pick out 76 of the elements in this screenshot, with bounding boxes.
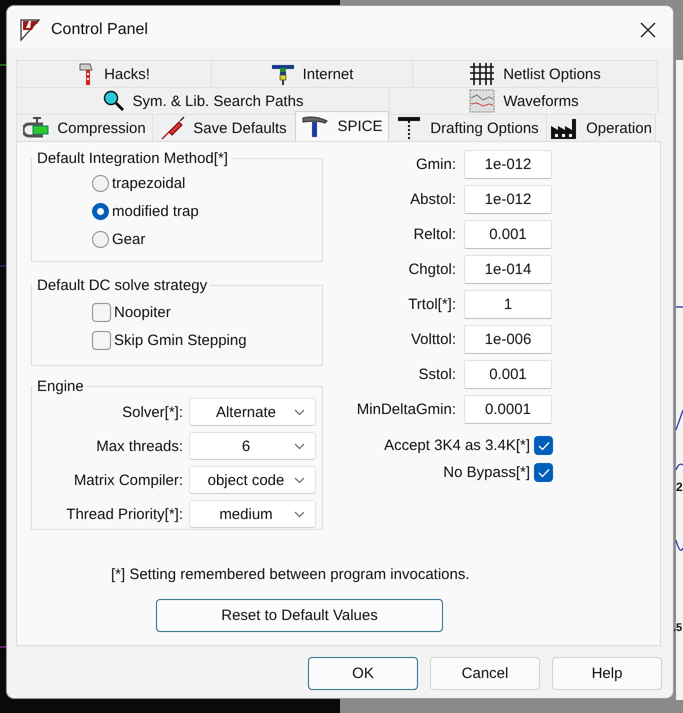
field-label: Trtol[*]: [407, 296, 456, 313]
field-label: Max threads: [95, 438, 183, 454]
field-label: Abstol: [409, 191, 456, 208]
checkbox-option[interactable]: No Bypass[*] [443, 463, 553, 482]
input-field[interactable]: 0.001 [464, 360, 552, 389]
checkbox-option[interactable]: Skip Gmin Stepping [92, 330, 247, 350]
input-field[interactable]: 1 [464, 290, 552, 319]
field-label: Sstol: [417, 366, 456, 383]
checkbox-option[interactable]: Noopiter [92, 302, 171, 322]
checkbox[interactable] [534, 436, 553, 455]
check-icon [538, 468, 550, 478]
tab[interactable]: Drafting Options [388, 114, 547, 141]
tab[interactable]: Operation [546, 114, 656, 141]
field-label: Reltol: [412, 226, 456, 243]
field-label: Solver[*]: [121, 404, 183, 420]
clamp-icon [23, 116, 50, 140]
close-icon [640, 22, 656, 38]
input-field[interactable]: 1e-006 [464, 325, 552, 354]
input-field[interactable]: 0.001 [464, 220, 552, 249]
radio-button[interactable] [92, 174, 109, 192]
dialog-button[interactable]: OK [308, 657, 418, 690]
dialog-button[interactable]: Cancel [430, 657, 540, 690]
waveform-icon [469, 89, 496, 113]
checkbox[interactable] [534, 463, 553, 482]
field-label: Chgtol: [407, 261, 456, 278]
chevron-down-icon [294, 476, 305, 484]
radio-button[interactable] [92, 202, 109, 220]
hammer-icon [301, 114, 330, 138]
dropdown[interactable]: 6 [189, 432, 316, 460]
tab[interactable]: Save Defaults [152, 114, 296, 141]
chevron-down-icon [294, 442, 305, 450]
field-label: Gmin: [414, 156, 456, 173]
checkbox-option[interactable]: Accept 3K4 as 3.4K[*] [384, 436, 553, 455]
chevron-down-icon [294, 408, 305, 416]
group-title: Engine [36, 378, 85, 395]
tab[interactable]: Sym. & Lib. Search Paths [16, 87, 390, 114]
search-icon [102, 90, 125, 112]
tab[interactable]: Waveforms [389, 87, 659, 114]
group-title: Default DC solve strategy [36, 277, 208, 294]
axis-label: 2 [676, 480, 683, 494]
dialog-button[interactable]: Help [552, 657, 662, 690]
tab[interactable]: SPICE [295, 111, 389, 141]
input-field[interactable]: 1e-012 [464, 150, 552, 179]
dropdown[interactable]: object code [189, 466, 316, 494]
group-title: Default Integration Method[*] [36, 150, 229, 167]
input-field[interactable]: 0.0001 [464, 395, 552, 424]
radio-button[interactable] [92, 230, 109, 248]
dropdown[interactable]: Alternate [189, 398, 316, 426]
radio-option[interactable]: modified trap [92, 201, 199, 221]
check-icon [538, 440, 550, 450]
tab[interactable]: Netlist Options [412, 60, 658, 87]
checkbox[interactable] [92, 330, 111, 350]
tab[interactable]: Compression [16, 114, 153, 141]
field-label: MinDeltaGmin: [356, 401, 456, 418]
note-text: [*] Setting remembered between program invocations. [111, 566, 470, 583]
dropdown[interactable]: medium [189, 500, 316, 528]
chevron-down-icon [294, 510, 305, 518]
field-label: Thread Priority[*]: [65, 506, 183, 522]
input-field[interactable]: 1e-014 [464, 255, 552, 284]
probe-icon [161, 116, 186, 140]
tab[interactable]: Hacks! [16, 60, 212, 87]
checkbox[interactable] [92, 302, 111, 322]
tee-square-icon [396, 115, 422, 141]
field-label: Volttol: [410, 331, 456, 348]
factory-icon [550, 116, 578, 140]
logo-icon [19, 18, 41, 42]
radio-option[interactable]: Gear [92, 229, 146, 249]
axis-label: .5 [673, 622, 682, 634]
input-field[interactable]: 1e-012 [464, 185, 552, 214]
grid-icon [469, 62, 496, 86]
connector-icon [270, 63, 295, 85]
reset-button[interactable]: Reset to Default Values [156, 599, 443, 632]
window-title: Control Panel [51, 21, 149, 39]
field-label: Matrix Compiler: [72, 472, 183, 488]
radio-option[interactable]: trapezoidal [92, 173, 186, 193]
tab[interactable]: Internet [211, 60, 413, 87]
